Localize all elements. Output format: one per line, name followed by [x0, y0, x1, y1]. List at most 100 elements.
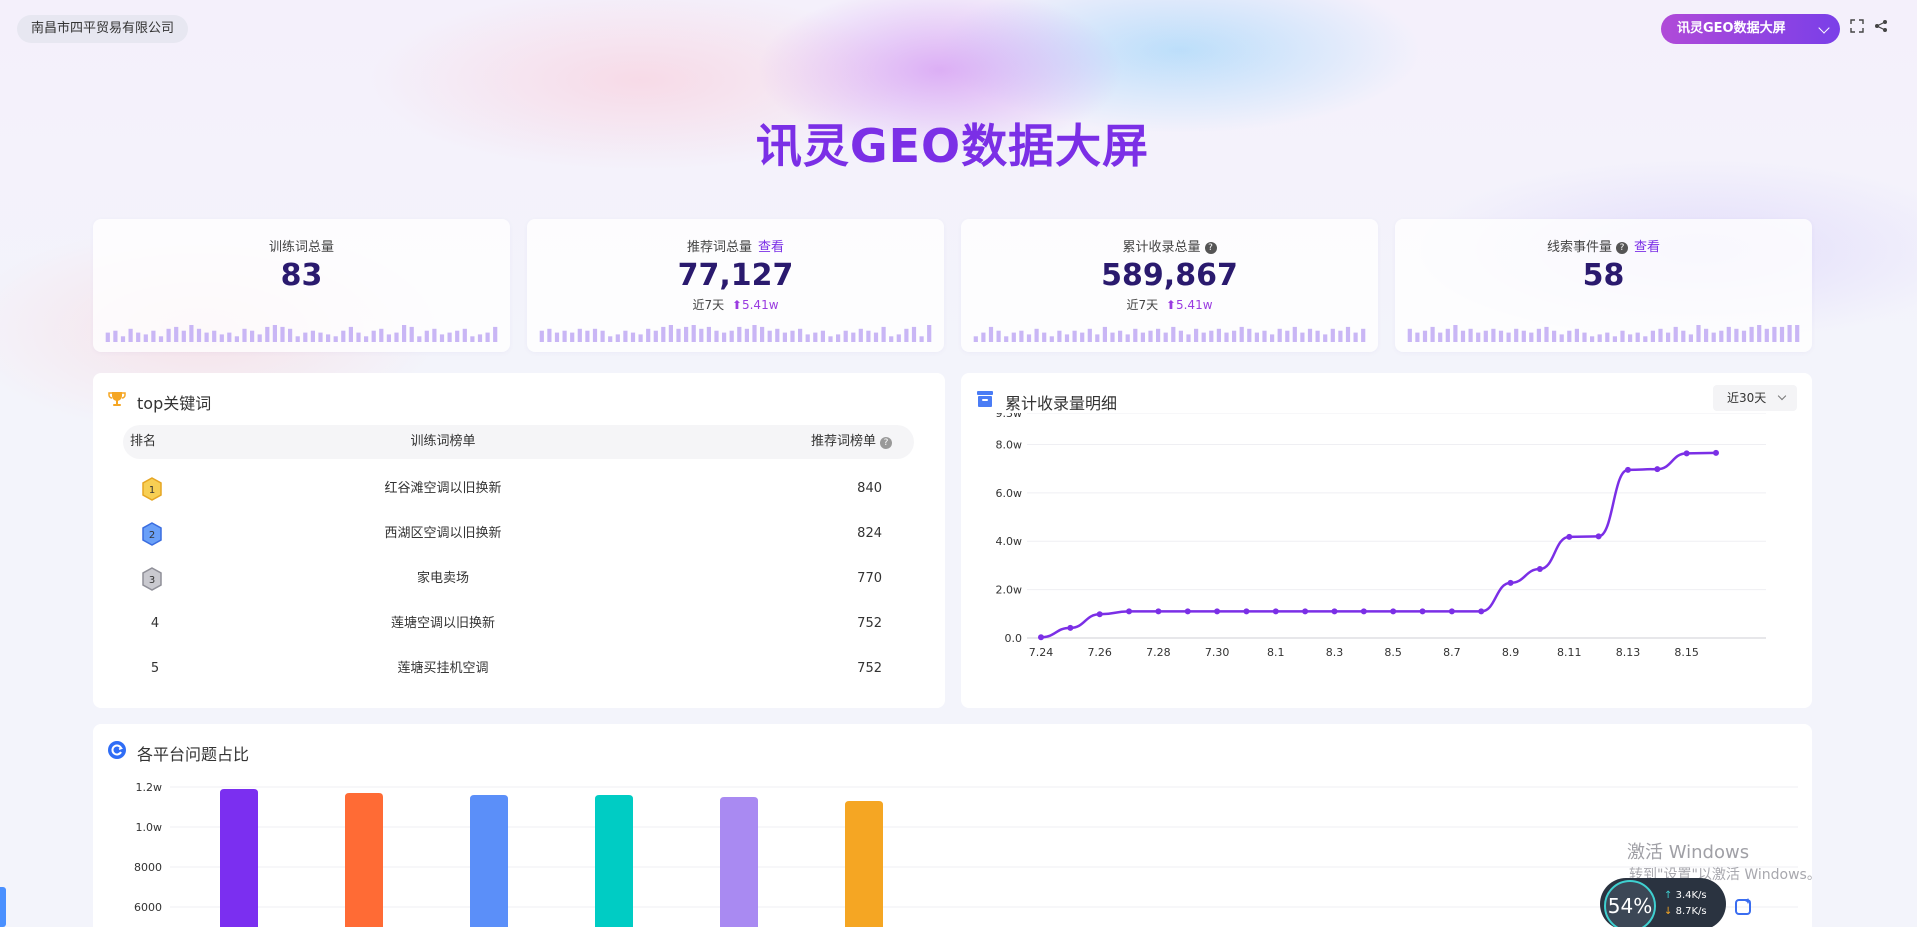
data-point: [1654, 466, 1661, 473]
spark-bar: [782, 332, 787, 342]
spark-bar: [120, 336, 126, 342]
stat-label: 累计收录总量: [1122, 240, 1201, 255]
indexed-trend-panel: 累计收录量明细 近30天 0.0 2.0w 4.0w 6.0w 8.0w 9.3w 7.24…: [961, 373, 1812, 708]
spark-bar: [653, 330, 658, 342]
data-point: [1360, 608, 1367, 615]
spark-bar: [250, 330, 255, 342]
spark-bar: [737, 326, 742, 342]
keyword-value: 770: [857, 571, 882, 586]
spark-bar: [684, 326, 689, 342]
stat-sparkline: [105, 325, 498, 342]
spark-bar: [364, 336, 369, 342]
data-point: [1096, 611, 1103, 618]
range-select-label: 近30天: [1727, 391, 1767, 405]
spark-bar: [424, 330, 429, 342]
archive-icon: [977, 391, 993, 407]
y-tick-label: 4.0w: [996, 535, 1023, 548]
spark-bar: [189, 325, 194, 342]
view-link[interactable]: 查看: [1634, 240, 1660, 255]
spark-bar: [493, 326, 498, 342]
data-point: [1478, 608, 1485, 615]
x-tick-label: 7.24: [1029, 646, 1054, 659]
help-icon[interactable]: ?: [1204, 242, 1217, 254]
y-tick-label: 8000: [134, 861, 162, 874]
spark-bar: [1338, 330, 1343, 342]
spark-bar: [485, 332, 490, 342]
spark-bar: [386, 334, 391, 342]
spark-bar: [1529, 332, 1534, 342]
spark-bar: [204, 332, 209, 342]
spark-bar: [1552, 330, 1557, 342]
arrow-up-icon: ↑: [1664, 890, 1673, 901]
spark-bar: [1787, 325, 1792, 342]
x-tick-label: 7.30: [1205, 646, 1230, 659]
spark-bar: [1719, 330, 1724, 342]
y-tick-label: 2.0w: [996, 584, 1023, 597]
spark-bar: [227, 332, 232, 342]
spark-bar: [638, 334, 643, 342]
share-icon[interactable]: [1872, 19, 1890, 37]
spark-bar: [881, 326, 886, 342]
view-link[interactable]: 查看: [758, 240, 784, 255]
spark-bar: [1186, 334, 1191, 342]
spark-bar: [858, 328, 863, 342]
spark-bar: [310, 330, 315, 342]
spark-bar: [341, 330, 346, 342]
spark-bar: [318, 332, 323, 342]
spark-bar: [1133, 328, 1138, 342]
spark-bar: [288, 328, 293, 342]
spark-bar: [1711, 332, 1716, 342]
spark-bar: [1201, 332, 1206, 342]
spark-bar: [1415, 332, 1420, 342]
spark-bar: [1034, 328, 1039, 342]
assistant-icon[interactable]: [1734, 896, 1754, 916]
spark-bar: [836, 334, 841, 342]
spark-bar: [706, 326, 711, 342]
data-point: [1038, 634, 1044, 641]
data-point: [1214, 608, 1221, 615]
stat-label: 训练词总量: [268, 240, 334, 255]
spark-bar: [714, 330, 719, 342]
spark-bar: [927, 325, 932, 342]
stat-value: 83: [280, 258, 323, 293]
spark-bar: [1582, 332, 1587, 342]
chevron-down-icon: [1818, 22, 1830, 34]
spark-bar: [1224, 332, 1229, 342]
spark-bar: [699, 328, 704, 342]
spark-bar: [181, 330, 186, 342]
spark-bar: [1216, 328, 1221, 342]
system-monitor-widget[interactable]: 54% ↑ 3.4K/s ↓ 8.7K/s: [1600, 878, 1726, 927]
spark-bar: [136, 332, 141, 342]
spark-bar: [196, 328, 202, 342]
platform-ratio-panel: 各平台问题占比 1.2w 1.0w 8000 6000: [93, 724, 1812, 927]
spark-bar: [1307, 328, 1313, 342]
spark-bar: [257, 334, 262, 342]
table-row: 1 红谷滩空调以旧换新 840: [123, 466, 914, 511]
trend-up-icon: ⬆5.41w: [731, 298, 779, 312]
screen-select-dropdown[interactable]: 讯灵GEO数据大屏: [1661, 14, 1840, 44]
stat-card-lead-events: 线索事件量? 查看 58: [1395, 219, 1812, 352]
spark-bar: [439, 334, 445, 342]
range-select-dropdown[interactable]: 近30天: [1713, 385, 1797, 411]
spark-bar: [1407, 328, 1412, 342]
spark-bar: [1544, 326, 1549, 342]
side-edge-tab[interactable]: [0, 887, 6, 927]
help-icon[interactable]: ?: [1616, 242, 1628, 254]
spark-bar: [143, 334, 148, 342]
spark-bar: [668, 325, 673, 342]
keyword-value: 752: [857, 616, 882, 631]
spark-bar: [1438, 332, 1443, 342]
x-tick-label: 7.28: [1146, 646, 1171, 659]
help-icon[interactable]: ?: [880, 437, 892, 449]
spark-bar: [539, 330, 544, 342]
spark-bar: [760, 326, 765, 342]
spark-bar: [1635, 332, 1640, 342]
trend-up-icon: ⬆5.41w: [1165, 298, 1213, 312]
spark-bar: [1597, 334, 1602, 342]
platform-bar: [845, 801, 883, 927]
spark-bar: [1102, 326, 1107, 342]
spark-bar: [1779, 326, 1785, 342]
fullscreen-icon[interactable]: [1848, 19, 1866, 37]
spark-bar: [1019, 330, 1024, 342]
spark-bar: [1095, 334, 1100, 342]
